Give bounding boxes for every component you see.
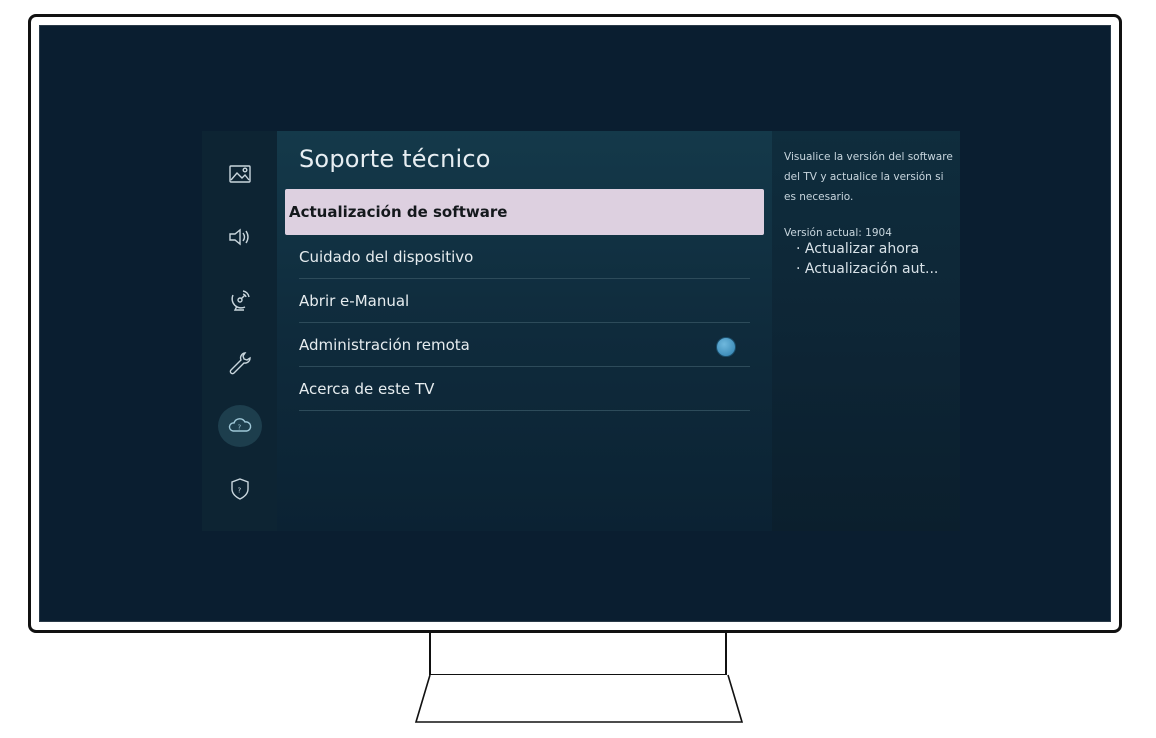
info-description: Visualice la versión del software del TV… [784,151,953,203]
wrench-icon[interactable] [218,342,262,384]
menu-item-software-update[interactable]: Actualización de software [285,189,764,235]
menu-item-label: Cuidado del dispositivo [299,247,474,266]
current-version: Versión actual: 1904 [784,227,892,239]
sound-icon[interactable] [218,216,262,258]
tv-screen: ? ? Soporte técnico Actualización de sof… [39,25,1111,622]
menu-item-label: Acerca de este TV [299,379,435,398]
category-rail: ? ? [202,131,277,531]
menu-item-about-tv[interactable]: Acerca de este TV [299,367,750,411]
update-now-option: · Actualizar ahora [796,241,920,257]
menu-item-label: Abrir e-Manual [299,291,410,310]
tv-frame: ? ? Soporte técnico Actualización de sof… [28,14,1122,633]
info-panel: Visualice la versión del software del TV… [772,131,960,531]
auto-update-option: · Actualización aut... [796,261,939,277]
menu-items: Cuidado del dispositivo Abrir e-Manual A… [299,235,750,411]
support-cloud-icon[interactable]: ? [217,405,262,447]
menu-item-device-care[interactable]: Cuidado del dispositivo [299,235,750,279]
remote-management-toggle[interactable] [716,337,736,357]
settings-menu: ? ? Soporte técnico Actualización de sof… [202,131,960,531]
svg-text:?: ? [237,424,241,432]
menu-item-e-manual[interactable]: Abrir e-Manual [299,279,750,323]
menu-item-label: Administración remota [299,335,470,354]
shield-icon[interactable]: ? [218,468,262,510]
picture-icon[interactable] [218,153,262,195]
menu-item-remote-management[interactable]: Administración remota [299,323,750,367]
support-list: Soporte técnico Actualización de softwar… [277,131,772,531]
page-title: Soporte técnico [299,145,491,173]
svg-text:?: ? [237,487,241,495]
tv-stand-neck [429,633,727,675]
menu-item-label: Actualización de software [289,203,508,221]
broadcast-icon[interactable] [218,279,262,321]
